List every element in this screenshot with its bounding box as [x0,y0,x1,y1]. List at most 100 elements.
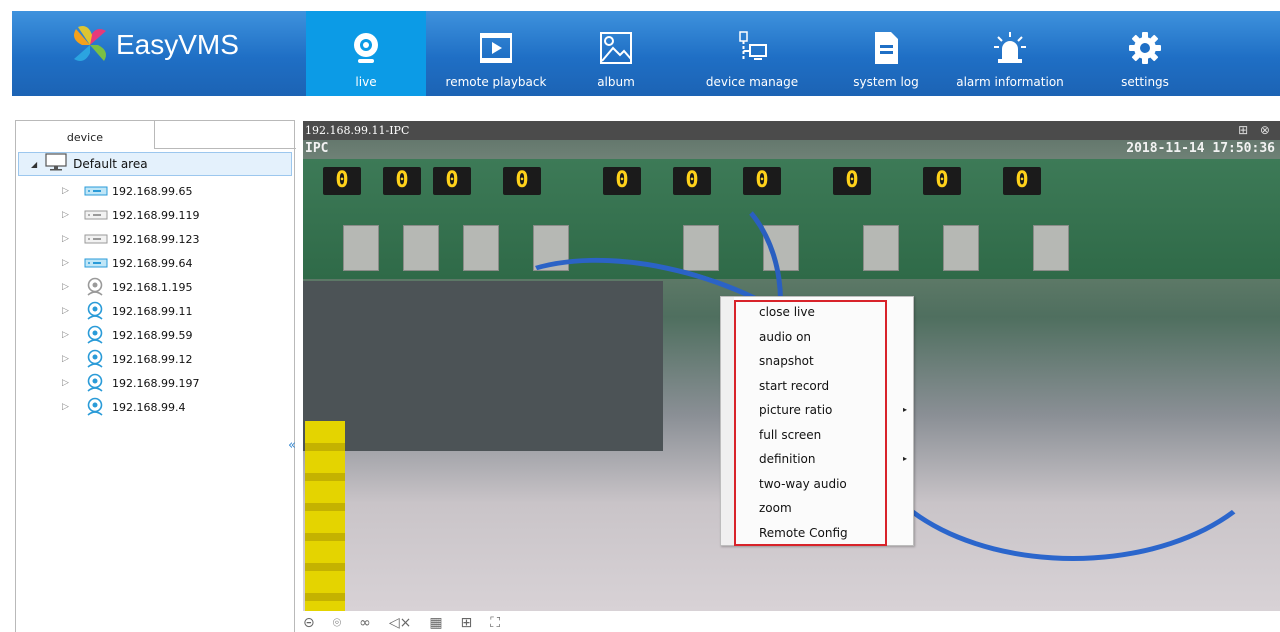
record-icon[interactable]: ∞ [359,615,371,631]
menu-item-label: audio on [759,329,812,344]
nvr-icon [84,255,108,271]
video-window-controls[interactable]: ⊞ ⊗ [1238,123,1274,137]
image-icon [600,11,632,65]
menu-item-remote-config[interactable]: Remote Config [759,521,909,545]
nav-album[interactable]: album [566,11,666,96]
menu-item-close-live[interactable]: close live [759,300,909,324]
device-row[interactable]: ▷ 192.168.99.4 [16,395,292,419]
expand-arrow-icon[interactable]: ▷ [62,282,76,292]
menu-item-label: zoom [759,501,792,515]
device-label: 192.168.99.11 [112,304,193,318]
device-row[interactable]: ▷ 192.168.99.59 [16,323,292,347]
submenu-arrow-icon: ▸ [902,405,907,414]
camera-icon [84,325,108,344]
stop-icon[interactable]: ⊝ [303,615,315,631]
led-display: 0 [503,167,541,195]
expand-arrow-icon[interactable]: ▷ [62,210,76,220]
device-row[interactable]: ▷ 192.168.1.195 [16,275,292,299]
device-row[interactable]: ▷ 192.168.99.197 [16,371,292,395]
tab-device[interactable]: device [16,121,155,149]
nav-label: live [355,75,377,89]
led-display: 0 [1003,167,1041,195]
play-film-icon [480,11,512,65]
tree-root-default-area[interactable]: ◢ Default area [18,152,292,176]
expand-arrow-icon[interactable]: ▷ [62,378,76,388]
expand-arrow-icon[interactable]: ▷ [62,354,76,364]
device-label: 192.168.99.65 [112,184,193,198]
nvr-icon [84,207,108,223]
device-row[interactable]: ▷ 192.168.99.64 [16,251,292,275]
camera-icon [84,397,108,416]
expand-arrow-icon[interactable]: ▷ [62,330,76,340]
grid-icon[interactable]: ▦ [429,615,442,631]
device-row[interactable]: ▷ 192.168.99.65 [16,179,292,203]
menu-item-audio-on[interactable]: audio on [759,325,909,349]
osd-camera-name: IPC [305,141,329,156]
menu-item-picture-ratio[interactable]: picture ratio ▸ [759,398,909,422]
nav-live[interactable]: live [306,11,426,96]
expand-arrow-icon[interactable]: ▷ [62,258,76,268]
menu-item-full-screen[interactable]: full screen [759,423,909,447]
device-panel: device ◢ Default area ▷ 192.168.99.65 ▷ 192… [15,120,296,632]
expand-arrow-icon[interactable]: ◢ [31,160,37,169]
nav-alarm-information[interactable]: alarm information [950,11,1070,96]
monitor-icon [45,153,67,175]
context-menu: close live audio on snapshot start record pi… [720,296,914,546]
collapse-panel-button[interactable]: « [288,438,296,453]
pinwheel-logo-icon [74,26,106,61]
menu-item-snapshot[interactable]: snapshot [759,349,909,373]
tree-root-label: Default area [73,157,148,171]
snapshot-icon[interactable]: ⌾ [333,615,341,631]
expand-arrow-icon[interactable]: ▷ [62,234,76,244]
device-label: 192.168.99.197 [112,376,200,390]
nav-label: settings [1121,75,1169,89]
camera-icon [84,277,108,296]
camera-icon [84,373,108,392]
nvr-icon [84,183,108,199]
nav-label: system log [853,75,919,89]
nav-device-manage[interactable]: device manage [692,11,812,96]
app-name: EasyVMS [116,29,239,60]
nav-label: alarm information [956,75,1064,89]
mute-icon[interactable]: ◁× [389,615,412,631]
menu-gutter [721,297,734,545]
ethernet-port [403,225,439,271]
menu-item-label: start record [759,378,830,393]
led-display: 0 [743,167,781,195]
expand-arrow-icon[interactable]: ▷ [62,186,76,196]
osd-timestamp: 2018-11-14 17:50:36 [1126,141,1275,156]
device-row[interactable]: ▷ 192.168.99.11 [16,299,292,323]
device-row[interactable]: ▷ 192.168.99.12 [16,347,292,371]
alarm-siren-icon [993,11,1027,65]
tab-divider [155,148,296,149]
menu-item-start-record[interactable]: start record [759,374,909,398]
menu-item-definition[interactable]: definition ▸ [759,447,909,471]
video-title: 192.168.99.11-IPC [305,124,410,137]
fullscreen-icon[interactable]: ⛶ [490,615,500,631]
device-label: 192.168.99.64 [112,256,193,270]
expand-arrow-icon[interactable]: ▷ [62,402,76,412]
layout-icon[interactable]: ⊞ [461,615,473,631]
expand-arrow-icon[interactable]: ▷ [62,306,76,316]
nav-settings[interactable]: settings [1100,11,1190,96]
device-row[interactable]: ▷ 192.168.99.123 [16,227,292,251]
menu-item-two-way-audio[interactable]: two-way audio [759,472,909,496]
video-title-bar: 192.168.99.11-IPC ⊞ ⊗ [303,121,1280,140]
led-display: 0 [323,167,361,195]
device-row[interactable]: ▷ 192.168.99.119 [16,203,292,227]
gear-icon [1128,11,1162,65]
ethernet-port [463,225,499,271]
ethernet-port [1033,225,1069,271]
nav-remote-playback[interactable]: remote playback [436,11,556,96]
device-label: 192.168.99.4 [112,400,186,414]
led-display: 0 [603,167,641,195]
nav-system-log[interactable]: system log [836,11,936,96]
led-display: 0 [433,167,471,195]
header-bar: EasyVMS live remote playback album devic [12,11,1280,96]
ethernet-port [343,225,379,271]
ethernet-port [943,225,979,271]
menu-item-label: snapshot [759,354,814,368]
menu-item-zoom[interactable]: zoom [759,496,909,520]
video-scene-cable [863,301,1280,561]
ethernet-port [863,225,899,271]
